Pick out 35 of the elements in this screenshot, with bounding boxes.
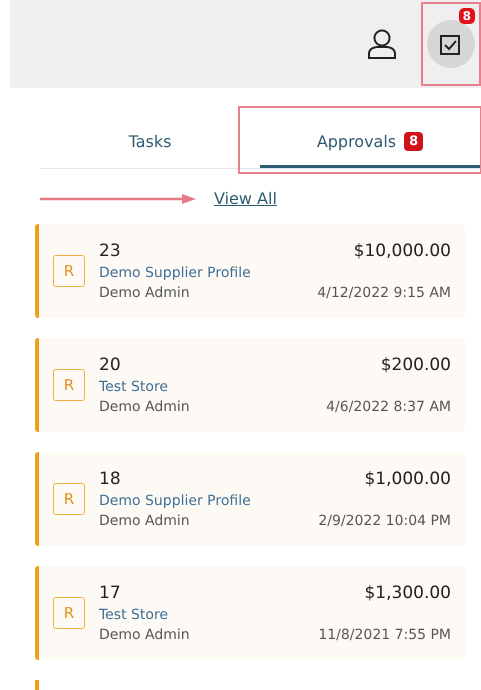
checkbox-icon (440, 33, 462, 55)
date-time: 2/9/2022 10:04 PM (318, 513, 451, 529)
approval-id: 20 (99, 355, 121, 375)
initial-badge: R (53, 597, 85, 629)
initial-badge: R (53, 483, 85, 515)
approval-card[interactable]: R 20 $200.00 Test Store Demo Admin 4/6/2022 8:37 AM (35, 338, 465, 432)
requester-name: Demo Admin (99, 513, 190, 529)
requester-name: Demo Admin (99, 399, 190, 415)
approval-id: 18 (99, 469, 121, 489)
requester-name: Demo Admin (99, 285, 190, 301)
initial-badge: R (53, 369, 85, 401)
approval-id: 23 (99, 241, 121, 261)
source-name: Test Store (99, 607, 168, 623)
date-time: 4/12/2022 9:15 AM (317, 285, 451, 301)
approval-card[interactable]: R 23 $10,000.00 Demo Supplier Profile Demo Admin 4/12/2022 9:15 AM (35, 224, 465, 318)
source-name: Test Store (99, 379, 168, 395)
amount: $200.00 (380, 355, 451, 375)
source-name: Demo Supplier Profile (99, 493, 251, 509)
amount: $10,000.00 (354, 241, 451, 261)
approval-card[interactable]: R 17 $1,300.00 Test Store Demo Admin 11/8/2021 7:55 PM (35, 566, 465, 660)
date-time: 4/6/2022 8:37 AM (326, 399, 451, 415)
requester-name: Demo Admin (99, 627, 190, 643)
view-all-link[interactable]: View All (214, 189, 277, 208)
approval-id: 17 (99, 583, 121, 603)
count-badge: 8 (458, 8, 475, 24)
approval-card[interactable]: R 18 $1,000.00 Demo Supplier Profile Demo Admin 2/9/2022 10:04 PM (35, 452, 465, 546)
tab[interactable]: Tasks (40, 116, 260, 168)
source-name: Demo Supplier Profile (99, 265, 251, 281)
tab[interactable]: Approvals 8 (260, 116, 480, 168)
user-icon[interactable] (367, 28, 397, 60)
date-time: 11/8/2021 7:55 PM (318, 627, 451, 643)
initial-badge: R (53, 255, 85, 287)
amount: $1,000.00 (364, 469, 451, 489)
tasks-button[interactable] (427, 20, 475, 68)
amount: $1,300.00 (364, 583, 451, 603)
